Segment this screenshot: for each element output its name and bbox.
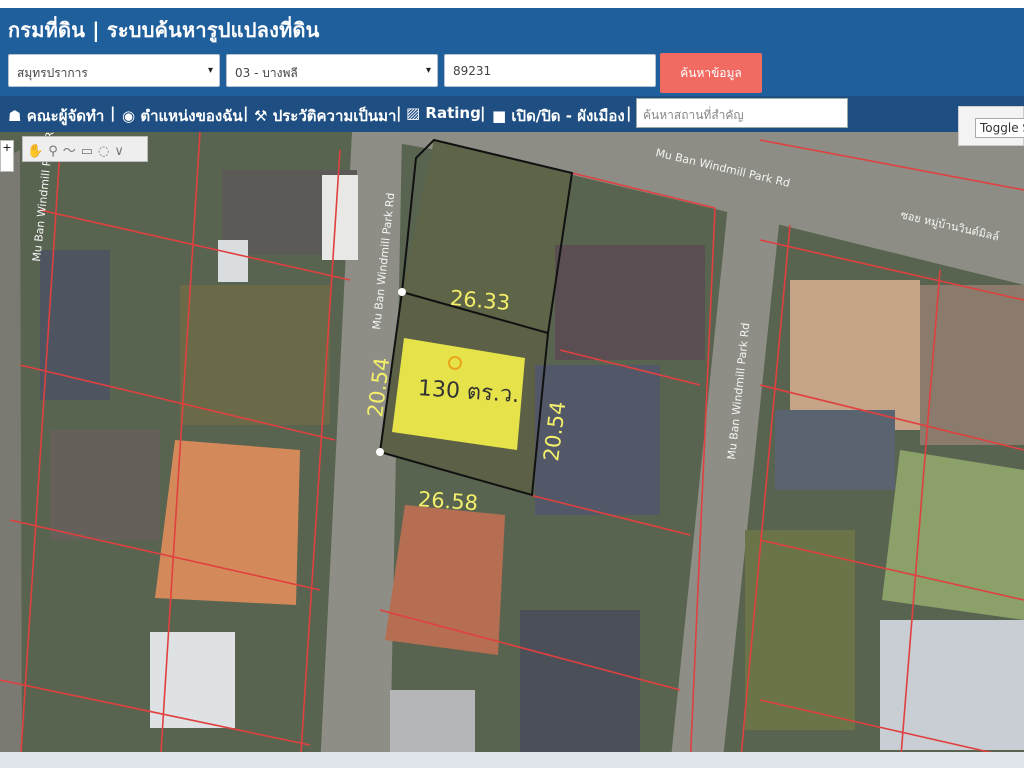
place-search-input[interactable]: ค้นหาสถานที่สำคัญ xyxy=(636,98,848,128)
toolbar-item-team[interactable]: ☗ คณะผู้จัดทำ xyxy=(8,104,104,128)
building-roof xyxy=(218,240,248,282)
map-bottom-strip xyxy=(0,752,1024,768)
header-top-strip xyxy=(0,0,1024,8)
wrench-icon: ⚒ xyxy=(254,107,268,125)
vertex-marker xyxy=(398,288,406,296)
search-button[interactable]: ค้นหาข้อมูล xyxy=(660,53,762,93)
satellite-map[interactable]: 130 ตร.ว. 26.33 26.58 20.54 20.54 Mu Ban… xyxy=(0,132,1024,768)
toolbar-item-history[interactable]: ⚒ ประวัติความเป็นมา xyxy=(254,104,396,128)
draw-toolbar[interactable]: ✋⚲〜▭◌∨ xyxy=(22,136,148,162)
toolbar-separator: | xyxy=(480,104,486,122)
user-icon: ☗ xyxy=(8,107,22,125)
building-roof xyxy=(790,280,920,430)
lawn-area xyxy=(180,285,330,425)
parcel-number-value: 89231 xyxy=(453,64,492,78)
parcel-side-bottom-label: 26.58 xyxy=(417,487,479,515)
hand-icon[interactable]: ✋ xyxy=(27,144,48,159)
location-icon: ◉ xyxy=(122,107,136,125)
square-icon: ■ xyxy=(492,107,507,125)
toolbar-separator: | xyxy=(110,104,116,122)
toggle-panel: Toggle St xyxy=(958,106,1024,146)
app-title: กรมที่ดิน | ระบบค้นหารูปแปลงที่ดิน xyxy=(8,18,320,42)
building-roof xyxy=(775,410,895,490)
circle-icon[interactable]: ◌ xyxy=(98,144,114,159)
building-roof xyxy=(880,620,1024,750)
district-select[interactable]: 03 - บางพลี ▾ xyxy=(226,54,438,87)
road-area xyxy=(0,150,22,768)
building-roof xyxy=(920,285,1024,445)
app-header: กรมที่ดิน | ระบบค้นหารูปแปลงที่ดิน สมุทร… xyxy=(0,0,1024,96)
rectangle-icon[interactable]: ▭ xyxy=(81,144,98,159)
toolbar-item-my-location-label: ตำแหน่งของฉัน xyxy=(140,107,243,125)
toolbar-item-history-label: ประวัติความเป็นมา xyxy=(272,107,397,125)
toolbar-item-zoning[interactable]: ■ เปิด/ปิด - ผังเมือง xyxy=(492,104,625,128)
toolbar-item-rating-label: Rating xyxy=(425,104,481,122)
toolbar-item-zoning-label: เปิด/ปิด - ผังเมือง xyxy=(511,107,625,125)
map-canvas[interactable]: 130 ตร.ว. 26.33 26.58 20.54 20.54 Mu Ban… xyxy=(0,132,1024,768)
toolbar: ☗ คณะผู้จัดทำ | ◉ ตำแหน่งของฉัน | ⚒ ประว… xyxy=(0,96,1024,132)
building-roof xyxy=(385,505,505,655)
province-select[interactable]: สมุทรปราการ ▾ xyxy=(8,54,220,87)
chevron-down-icon: ▾ xyxy=(425,65,431,76)
toolbar-separator: | xyxy=(396,104,402,122)
building-roof xyxy=(322,175,358,260)
district-select-value: 03 - บางพลี xyxy=(235,66,298,80)
toggle-street-button[interactable]: Toggle St xyxy=(975,118,1024,138)
building-roof xyxy=(555,245,705,360)
polyline-icon[interactable]: 〜 xyxy=(63,144,81,159)
zoom-control[interactable]: + xyxy=(0,140,14,172)
chevron-down-icon: ▾ xyxy=(207,65,213,76)
place-search-placeholder: ค้นหาสถานที่สำคัญ xyxy=(643,108,744,122)
toolbar-separator: | xyxy=(243,104,249,122)
marker-icon[interactable]: ⚲ xyxy=(48,144,63,159)
toolbar-item-rating[interactable]: ▨ Rating xyxy=(406,104,481,122)
toolbar-item-my-location[interactable]: ◉ ตำแหน่งของฉัน xyxy=(122,104,243,128)
measure-icon[interactable]: ∨ xyxy=(114,144,129,159)
province-select-value: สมุทรปราการ xyxy=(17,66,88,80)
vertex-marker xyxy=(376,448,384,456)
building-roof xyxy=(520,610,640,760)
toolbar-item-team-label: คณะผู้จัดทำ xyxy=(26,107,105,125)
toolbar-separator: | xyxy=(626,104,632,122)
chart-icon: ▨ xyxy=(406,104,421,122)
parcel-number-input[interactable]: 89231 xyxy=(444,54,656,87)
building-roof xyxy=(50,430,160,540)
